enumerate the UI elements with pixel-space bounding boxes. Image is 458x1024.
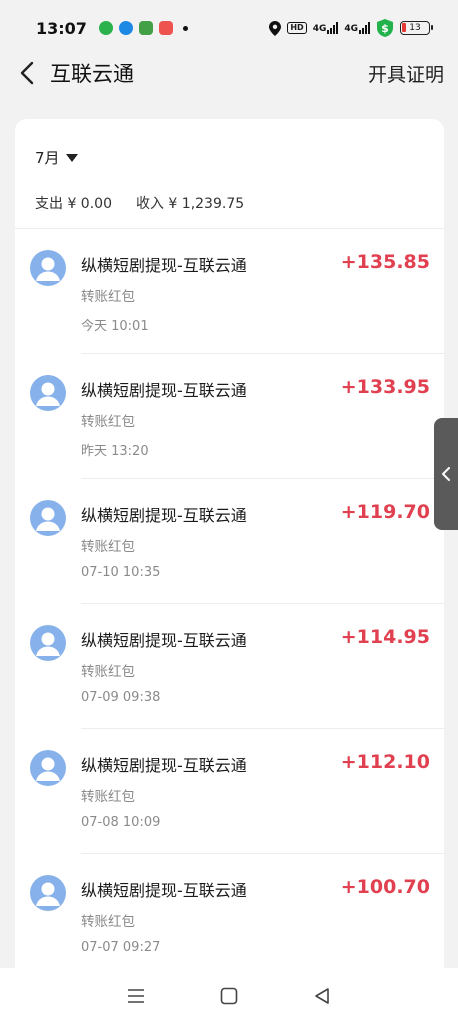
caret-down-icon (65, 153, 78, 162)
transaction-row[interactable]: 纵横短剧提现-互联云通 转账红包 07-10 10:35 +119.70 (15, 479, 444, 604)
transaction-amount: +112.10 (340, 751, 430, 773)
transaction-row[interactable]: 纵横短剧提现-互联云通 转账红包 07-07 09:27 +100.70 (15, 854, 444, 979)
signal-icon: 4G (344, 22, 370, 34)
transaction-amount: +114.95 (340, 626, 430, 648)
transaction-amount: +100.70 (340, 876, 430, 898)
avatar (30, 500, 66, 536)
avatar (30, 750, 66, 786)
transaction-title: 纵横短剧提现-互联云通 (81, 881, 247, 900)
status-time: 13:07 (36, 18, 87, 38)
app-notification-icon (138, 21, 153, 35)
home-square-icon (220, 987, 238, 1005)
transaction-time: 07-09 09:38 (81, 690, 161, 705)
menu-icon (128, 989, 145, 1003)
transaction-title: 纵横短剧提现-互联云通 (81, 256, 247, 275)
transaction-amount: +119.70 (340, 501, 430, 523)
chevron-left-icon (442, 467, 450, 481)
transaction-title: 纵横短剧提现-互联云通 (81, 381, 247, 400)
transaction-type: 转账红包 (81, 914, 135, 930)
chevron-left-icon (20, 61, 34, 85)
transaction-list: 纵横短剧提现-互联云通 转账红包 今天 10:01 +135.85 纵横短剧提现… (15, 229, 444, 979)
app-notification-icon (158, 21, 173, 35)
avatar (30, 250, 66, 286)
hd-voice-icon: HD (287, 22, 307, 34)
back-system-button[interactable] (308, 982, 336, 1010)
app-notification-icon (118, 21, 133, 35)
system-navigation-bar (0, 968, 458, 1024)
month-filter[interactable]: 7月 (35, 147, 78, 168)
user-icon (36, 507, 60, 531)
back-triangle-icon (314, 988, 329, 1004)
location-icon (269, 20, 282, 36)
transaction-title: 纵横短剧提现-互联云通 (81, 756, 247, 775)
signal-icon: 4G (313, 22, 339, 34)
side-panel-handle[interactable] (434, 418, 458, 530)
transaction-time: 昨天 13:20 (81, 444, 149, 459)
transaction-type: 转账红包 (81, 539, 135, 555)
battery-icon: 13 (400, 21, 433, 35)
transaction-type: 转账红包 (81, 414, 135, 430)
transaction-time: 今天 10:01 (81, 319, 149, 334)
transaction-type: 转账红包 (81, 289, 135, 305)
user-icon (36, 632, 60, 656)
avatar (30, 875, 66, 911)
user-icon (36, 882, 60, 906)
month-summary: 支出 ¥ 0.00 收入 ¥ 1,239.75 (35, 193, 244, 213)
month-label: 7月 (35, 149, 60, 167)
notification-icons (98, 21, 188, 35)
back-button[interactable] (14, 58, 40, 88)
avatar (30, 375, 66, 411)
transaction-type: 转账红包 (81, 789, 135, 805)
transaction-title: 纵横短剧提现-互联云通 (81, 631, 247, 650)
user-icon (36, 382, 60, 406)
avatar (30, 625, 66, 661)
page-title: 互联云通 (50, 62, 134, 86)
menu-button[interactable] (122, 982, 150, 1010)
user-icon (36, 257, 60, 281)
transaction-row[interactable]: 纵横短剧提现-互联云通 转账红包 07-08 10:09 +112.10 (15, 729, 444, 854)
transaction-row[interactable]: 纵横短剧提现-互联云通 转账红包 昨天 13:20 +133.95 (15, 354, 444, 479)
user-icon (36, 757, 60, 781)
more-notifications-icon (182, 25, 188, 31)
transaction-time: 07-10 10:35 (81, 565, 161, 580)
transaction-type: 转账红包 (81, 664, 135, 680)
transaction-title: 纵横短剧提现-互联云通 (81, 506, 247, 525)
status-indicators: HD 4G 4G $ 13 (269, 19, 433, 37)
wechat-notification-icon (98, 21, 113, 35)
home-button[interactable] (215, 982, 243, 1010)
transaction-amount: +133.95 (340, 376, 430, 398)
transaction-time: 07-07 09:27 (81, 940, 161, 955)
status-bar: 13:07 HD 4G 4G $ 13 (0, 0, 458, 56)
income-total: 收入 ¥ 1,239.75 (135, 196, 245, 212)
shield-dollar-icon: $ (377, 19, 393, 37)
transaction-time: 07-08 10:09 (81, 815, 161, 830)
svg-text:$: $ (381, 22, 389, 35)
issue-certificate-button[interactable]: 开具证明 (368, 60, 444, 87)
transaction-row[interactable]: 纵横短剧提现-互联云通 转账红包 07-09 09:38 +114.95 (15, 604, 444, 729)
transaction-row[interactable]: 纵横短剧提现-互联云通 转账红包 今天 10:01 +135.85 (15, 229, 444, 354)
nav-header: 互联云通 开具证明 (0, 56, 458, 90)
transaction-amount: +135.85 (340, 251, 430, 273)
bill-card: 7月 支出 ¥ 0.00 收入 ¥ 1,239.75 纵横短剧提现-互联云通 转… (15, 119, 444, 979)
expense-total: 支出 ¥ 0.00 (35, 196, 112, 212)
